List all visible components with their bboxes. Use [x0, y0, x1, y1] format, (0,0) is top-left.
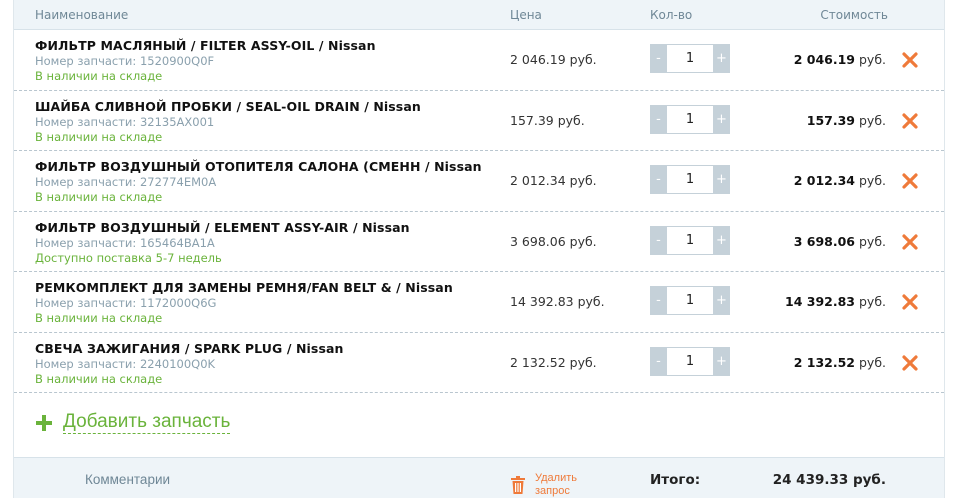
item-price: 2 012.34 руб.: [510, 173, 597, 188]
trash-icon: [511, 476, 525, 494]
item-cost-unit: руб.: [858, 52, 886, 67]
item-availability: В наличии на складе: [35, 69, 163, 83]
column-header-qty: Кол-во: [650, 8, 693, 22]
quantity-stepper: - +: [650, 346, 730, 376]
item-availability: В наличии на складе: [35, 311, 163, 325]
add-part-link[interactable]: Добавить запчасть: [63, 411, 231, 434]
close-x-icon[interactable]: [902, 173, 918, 189]
delete-request-button[interactable]: Удалить запрос: [511, 472, 601, 498]
item-cost-value: 2 046.19: [793, 52, 855, 67]
qty-minus-button[interactable]: -: [650, 44, 667, 73]
delete-request-label: Удалить запрос: [535, 472, 577, 497]
item-cost-value: 14 392.83: [785, 294, 855, 309]
item-availability: В наличии на складе: [35, 371, 163, 386]
qty-minus-button[interactable]: -: [650, 346, 667, 376]
table-row: РЕМКОМПЛЕКТ ДЛЯ ЗАМЕНЫ РЕМНЯ/FAN BELT & …: [14, 272, 944, 333]
item-cost: 3 698.06 руб.: [794, 234, 886, 249]
qty-plus-button[interactable]: +: [713, 286, 730, 315]
cart-panel: Наименование Цена Кол-во Стоимость ФИЛЬТ…: [13, 0, 945, 498]
table-row: ФИЛЬТР ВОЗДУШНЫЙ / ELEMENT ASSY-AIR / Ni…: [14, 212, 944, 272]
item-cost-value: 2 012.34: [793, 173, 855, 188]
item-part-number: Номер запчасти: 2240100Q0K: [35, 356, 216, 371]
comments-link[interactable]: Комментарии: [85, 472, 170, 487]
qty-input[interactable]: [667, 165, 713, 194]
cart-footer: Комментарии Удалить запрос Итого: 24 439…: [14, 457, 944, 498]
qty-input[interactable]: [667, 286, 713, 315]
item-cost: 157.39 руб.: [807, 113, 886, 128]
item-price: 3 698.06 руб.: [510, 233, 597, 249]
plus-icon[interactable]: [36, 415, 52, 431]
item-cost-value: 3 698.06: [793, 233, 855, 249]
item-cost-unit: руб.: [858, 354, 886, 370]
cart-items: ФИЛЬТР МАСЛЯНЫЙ / FILTER ASSY-OIL / Niss…: [14, 30, 944, 393]
qty-input[interactable]: [667, 346, 713, 376]
item-part-number: Номер запчасти: 165464BA1A: [35, 235, 215, 250]
qty-minus-button[interactable]: -: [650, 286, 667, 315]
add-part-row: Добавить запчасть: [14, 392, 944, 458]
item-title: СВЕЧА ЗАЖИГАНИЯ / SPARK PLUG / Nissan: [35, 340, 344, 356]
column-header-price: Цена: [510, 8, 542, 22]
qty-minus-button[interactable]: -: [650, 165, 667, 194]
item-cost: 2 012.34 руб.: [794, 173, 886, 188]
column-header-name: Наименование: [35, 8, 129, 22]
item-title: ШАЙБА СЛИВНОЙ ПРОБКИ / SEAL-OIL DRAIN / …: [35, 98, 421, 114]
item-cost: 14 392.83 руб.: [785, 294, 886, 309]
item-title: ФИЛЬТР ВОЗДУШНЫЙ / ELEMENT ASSY-AIR / Ni…: [35, 219, 410, 235]
item-price: 2 132.52 руб.: [510, 354, 597, 370]
table-row: ФИЛЬТР МАСЛЯНЫЙ / FILTER ASSY-OIL / Niss…: [14, 30, 944, 91]
item-title: ФИЛЬТР МАСЛЯНЫЙ / FILTER ASSY-OIL / Niss…: [35, 38, 376, 53]
total-label: Итого:: [650, 472, 701, 488]
item-cost-unit: руб.: [858, 173, 886, 188]
item-part-number: Номер запчасти: 32135AX001: [35, 114, 215, 129]
table-header: Наименование Цена Кол-во Стоимость: [14, 0, 944, 30]
table-row: ШАЙБА СЛИВНОЙ ПРОБКИ / SEAL-OIL DRAIN / …: [14, 91, 944, 151]
item-part-number: Номер запчасти: 1172000Q6G: [35, 296, 217, 310]
item-title: ФИЛЬТР ВОЗДУШНЫЙ ОТОПИТЕЛЯ САЛОНА (СМЕНН…: [35, 159, 482, 174]
item-price: 2 046.19 руб.: [510, 52, 597, 67]
qty-plus-button[interactable]: +: [713, 225, 730, 255]
total-value: 24 439.33 руб.: [772, 472, 886, 488]
close-x-icon[interactable]: [902, 233, 918, 250]
column-header-cost: Стоимость: [820, 8, 888, 22]
qty-plus-button[interactable]: +: [713, 346, 730, 376]
item-availability: Доступно поставка 5-7 недель: [35, 250, 222, 265]
qty-input[interactable]: [667, 225, 713, 255]
close-x-icon[interactable]: [902, 294, 918, 310]
item-cost-unit: руб.: [858, 112, 886, 128]
item-price: 14 392.83 руб.: [510, 294, 605, 309]
qty-plus-button[interactable]: +: [713, 104, 730, 134]
item-cost: 2 132.52 руб.: [794, 355, 886, 370]
item-cost-unit: руб.: [858, 233, 886, 249]
item-cost-unit: руб.: [858, 294, 886, 309]
item-availability: В наличии на складе: [35, 129, 163, 144]
qty-minus-button[interactable]: -: [650, 225, 667, 255]
qty-input[interactable]: [667, 44, 713, 73]
table-row: СВЕЧА ЗАЖИГАНИЯ / SPARK PLUG / Nissan Но…: [14, 333, 944, 393]
qty-input[interactable]: [667, 104, 713, 134]
item-availability: В наличии на складе: [35, 190, 163, 204]
quantity-stepper: - +: [650, 44, 730, 73]
quantity-stepper: - +: [650, 165, 730, 194]
item-title: РЕМКОМПЛЕКТ ДЛЯ ЗАМЕНЫ РЕМНЯ/FAN BELT & …: [35, 280, 453, 295]
quantity-stepper: - +: [650, 104, 730, 134]
item-cost: 2 046.19 руб.: [794, 52, 886, 67]
qty-plus-button[interactable]: +: [713, 165, 730, 194]
item-part-number: Номер запчасти: 1520900Q0F: [35, 54, 215, 68]
item-price: 157.39 руб.: [510, 112, 585, 128]
close-x-icon[interactable]: [902, 112, 918, 129]
qty-minus-button[interactable]: -: [650, 104, 667, 134]
close-x-icon[interactable]: [902, 354, 918, 371]
item-cost-value: 157.39: [806, 112, 855, 128]
table-row: ФИЛЬТР ВОЗДУШНЫЙ ОТОПИТЕЛЯ САЛОНА (СМЕНН…: [14, 151, 944, 212]
quantity-stepper: - +: [650, 286, 730, 315]
item-cost-value: 2 132.52: [793, 354, 855, 370]
quantity-stepper: - +: [650, 225, 730, 255]
close-x-icon[interactable]: [902, 52, 918, 68]
item-part-number: Номер запчасти: 272774EM0A: [35, 175, 217, 189]
qty-plus-button[interactable]: +: [713, 44, 730, 73]
